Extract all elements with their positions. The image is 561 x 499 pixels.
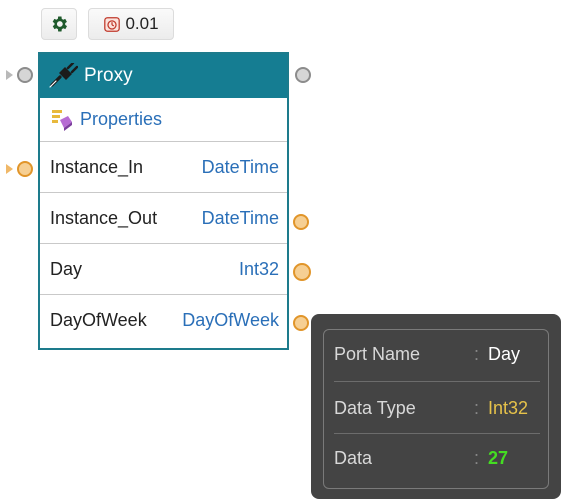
tooltip-separator: : bbox=[474, 343, 480, 364]
tooltip-separator: : bbox=[474, 447, 480, 468]
dayofweek-port[interactable] bbox=[293, 315, 309, 331]
node-header[interactable]: Proxy bbox=[40, 54, 287, 98]
node-title: Proxy bbox=[84, 65, 133, 86]
properties-icon bbox=[50, 108, 74, 132]
port-name: Instance_In bbox=[50, 156, 144, 177]
execution-time-button[interactable]: 0.01 bbox=[88, 8, 174, 40]
port-name: DayOfWeek bbox=[50, 310, 147, 330]
day-port[interactable] bbox=[293, 263, 311, 281]
properties-label: Properties bbox=[80, 109, 163, 129]
port-row-dayofweek[interactable]: DayOfWeek DayOfWeek bbox=[40, 295, 287, 346]
tooltip-row-data-type: Data Type : Int32 bbox=[334, 384, 538, 432]
tooltip-key: Data bbox=[334, 447, 373, 468]
port-tooltip: Port Name : Day Data Type : Int32 Data :… bbox=[311, 314, 561, 499]
tooltip-key: Port Name bbox=[334, 343, 421, 364]
port-type: Int32 bbox=[238, 258, 279, 279]
plug-icon bbox=[48, 63, 78, 89]
tooltip-value: 27 bbox=[488, 447, 509, 468]
tooltip-separator: : bbox=[474, 397, 480, 418]
properties-row[interactable]: Properties bbox=[40, 98, 287, 142]
tooltip-divider bbox=[334, 381, 540, 382]
port-type: DayOfWeek bbox=[182, 310, 279, 330]
proxy-node[interactable]: Proxy Properties Instance_In DateTime In… bbox=[38, 52, 289, 350]
tooltip-value: Day bbox=[488, 343, 521, 364]
instance-in-port[interactable] bbox=[17, 161, 33, 177]
port-name: Day bbox=[50, 258, 83, 279]
instance-out-port[interactable] bbox=[293, 214, 309, 230]
port-row-day[interactable]: Day Int32 bbox=[40, 244, 287, 295]
port-row-instance-in[interactable]: Instance_In DateTime bbox=[40, 142, 287, 193]
tooltip-key: Data Type bbox=[334, 397, 416, 418]
execution-time-value: 0.01 bbox=[125, 14, 159, 33]
port-name: Instance_Out bbox=[50, 207, 158, 228]
flow-input-port[interactable] bbox=[17, 67, 33, 83]
gear-icon bbox=[52, 16, 67, 32]
port-type: DateTime bbox=[201, 156, 279, 177]
port-type: DateTime bbox=[201, 207, 279, 228]
input-arrow-icon bbox=[6, 164, 13, 174]
stopwatch-icon bbox=[104, 17, 121, 32]
flow-output-port[interactable] bbox=[295, 67, 311, 83]
tooltip-panel: Port Name : Day Data Type : Int32 Data :… bbox=[323, 329, 549, 489]
tooltip-row-data: Data : 27 bbox=[334, 434, 538, 482]
tooltip-value: Int32 bbox=[488, 397, 529, 418]
settings-button[interactable] bbox=[41, 8, 77, 40]
port-row-instance-out[interactable]: Instance_Out DateTime bbox=[40, 193, 287, 244]
tooltip-row-port-name: Port Name : Day bbox=[334, 330, 538, 378]
input-arrow-icon bbox=[6, 70, 13, 80]
